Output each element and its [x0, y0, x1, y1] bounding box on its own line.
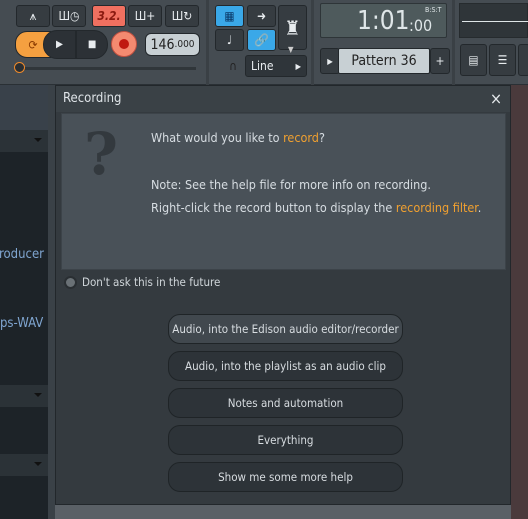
- browser-item[interactable]: ps-WAV: [0, 316, 43, 331]
- hint-prefix: Right-click the record button to display…: [151, 200, 396, 215]
- option-more-help-button[interactable]: Show me some more help: [168, 462, 403, 492]
- recording-filter-link[interactable]: recording filter: [396, 200, 478, 215]
- dropdown-arrow-icon[interactable]: ▼: [288, 45, 294, 54]
- option-playlist-audio-button[interactable]: Audio, into the playlist as an audio cli…: [168, 351, 403, 381]
- position-sub: :00: [409, 16, 433, 35]
- browser-item[interactable]: roducer: [0, 247, 44, 262]
- output-monitor: [459, 3, 528, 38]
- channel-rack-button[interactable]: ☰: [489, 44, 516, 76]
- chevron-right-icon: ▶: [327, 56, 333, 66]
- link-icon: 🔗: [254, 33, 269, 47]
- multilink-button[interactable]: ♜: [278, 5, 307, 50]
- snap-select[interactable]: Line ▶: [245, 55, 307, 77]
- dropdown-arrow-icon[interactable]: [34, 462, 42, 466]
- question-prefix: What would you like to: [151, 130, 284, 145]
- loop-icon: ⟳: [28, 37, 38, 52]
- radio-icon: [64, 275, 77, 289]
- dialog-title: Recording: [63, 91, 122, 106]
- dropdown-arrow-icon[interactable]: [34, 138, 42, 142]
- chevron-right-icon: ▶: [295, 61, 301, 71]
- tempo-field[interactable]: 146.000: [145, 33, 200, 56]
- wait-for-input-button[interactable]: Ш◷: [52, 5, 86, 27]
- footprint-icon: ♩: [226, 33, 233, 47]
- mixer-panel: [511, 85, 528, 519]
- keyboard-icon: ▦: [224, 9, 235, 23]
- record-icon: [119, 39, 129, 49]
- snap-value: Line: [251, 59, 274, 73]
- tempo-value: 146: [150, 36, 175, 53]
- dialog-titlebar[interactable]: Recording ×: [56, 86, 510, 112]
- question-text: What would you like to record?: [151, 130, 325, 145]
- dont-ask-label: Don't ask this in the future: [82, 275, 221, 289]
- metronome-icon: ⩚: [29, 8, 37, 23]
- master-pitch-slider[interactable]: [18, 67, 196, 70]
- loop-record-button[interactable]: Ш↻: [165, 5, 199, 27]
- question-suffix: ?: [318, 130, 325, 145]
- plus-icon: +: [435, 54, 445, 68]
- tempo-decimal: .000: [174, 39, 195, 50]
- stop-icon: ■: [87, 39, 97, 50]
- piano-loop-icon: Ш↻: [171, 9, 193, 23]
- hint-text: Right-click the record button to display…: [151, 200, 481, 215]
- mixer-button[interactable]: [518, 44, 528, 76]
- note-text: Note: See the help file for more info on…: [151, 177, 431, 192]
- song-position-display[interactable]: 1:01 :00 B:S:T: [320, 3, 447, 38]
- link-button[interactable]: 🔗: [247, 29, 276, 51]
- recording-dialog: Recording × ? What would you like to rec…: [55, 85, 511, 505]
- blend-notes-button[interactable]: ♩: [215, 29, 244, 51]
- knob-icon: ♜: [284, 15, 301, 40]
- playlist-button[interactable]: ▤: [460, 44, 487, 76]
- position-main: 1:01: [357, 6, 410, 36]
- stop-button[interactable]: ■: [76, 30, 108, 59]
- arrow-right-icon: ➜: [256, 9, 267, 23]
- pitch-knob[interactable]: [14, 62, 25, 73]
- time-format: B:S:T: [425, 6, 442, 14]
- panel-splitter[interactable]: [48, 85, 55, 519]
- magnet-icon: ∩: [229, 59, 237, 73]
- browser-panel: roducer ps-WAV: [0, 85, 48, 519]
- countdown-button[interactable]: 3.2.: [92, 5, 126, 27]
- hint-suffix: .: [477, 200, 482, 215]
- step-sequencer-button[interactable]: ➜: [247, 5, 276, 27]
- channel-rack-icon: ☰: [497, 53, 508, 67]
- piano-clock-icon: Ш◷: [58, 9, 80, 23]
- main-toolbar: ⩚ Ш◷ 3.2. Ш+ Ш↻ ⟳ ▶ ■ 146.000 ▦ ➜ ♜ ♩ 🔗 …: [0, 0, 528, 85]
- pattern-play-button[interactable]: ▶: [320, 48, 340, 74]
- record-link[interactable]: record: [283, 130, 319, 145]
- record-button[interactable]: [111, 31, 137, 57]
- piano-plus-icon: Ш+: [134, 9, 156, 23]
- metronome-button[interactable]: ⩚: [16, 5, 50, 27]
- typing-keyboard-button[interactable]: ▦: [215, 5, 244, 27]
- add-pattern-button[interactable]: +: [430, 48, 450, 74]
- play-icon: ▶: [56, 39, 63, 50]
- dont-ask-checkbox[interactable]: Don't ask this in the future: [64, 275, 220, 289]
- close-button[interactable]: ×: [490, 89, 502, 108]
- play-button[interactable]: ▶: [43, 30, 76, 59]
- dropdown-arrow-icon[interactable]: [34, 393, 42, 397]
- pattern-selector[interactable]: Pattern 36: [338, 48, 430, 74]
- option-edison-button[interactable]: Audio, into the Edison audio editor/reco…: [168, 314, 403, 344]
- playlist-icon: ▤: [468, 53, 479, 67]
- option-notes-automation-button[interactable]: Notes and automation: [168, 388, 403, 418]
- option-everything-button[interactable]: Everything: [168, 425, 403, 455]
- question-icon: ?: [84, 120, 118, 188]
- background-area: [55, 505, 511, 519]
- message-panel: ? What would you like to record? Note: S…: [61, 113, 506, 270]
- step-edit-button[interactable]: Ш+: [128, 5, 162, 27]
